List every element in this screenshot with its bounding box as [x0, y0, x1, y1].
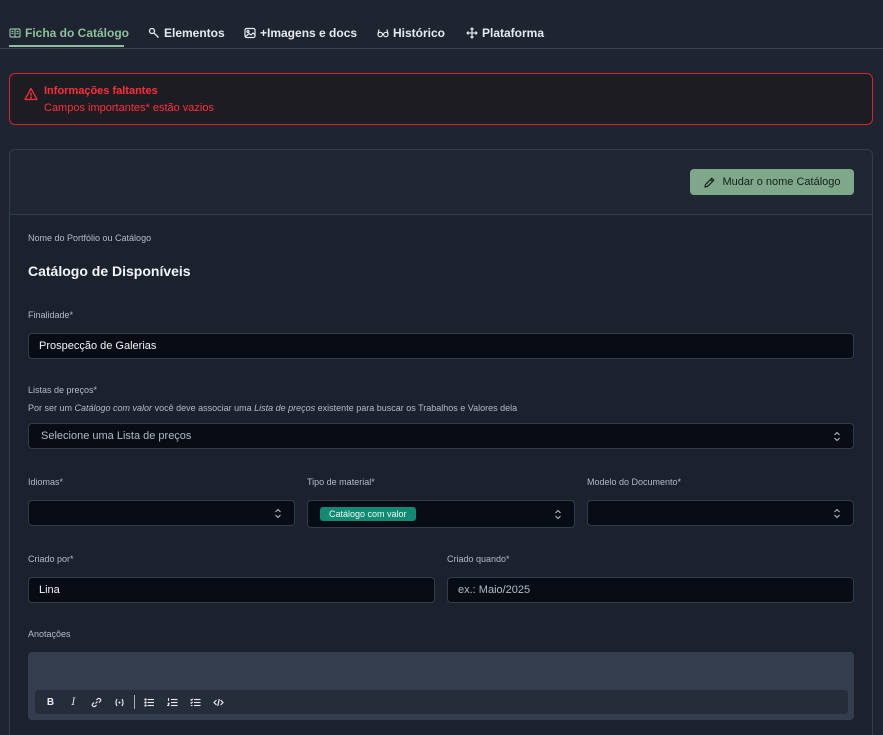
italic-button[interactable]: I — [62, 690, 85, 714]
task-list-icon — [190, 697, 201, 706]
variable-button[interactable] — [108, 690, 131, 714]
bold-button[interactable]: B — [39, 690, 62, 714]
document-template-label: Modelo do Documento* — [587, 477, 682, 487]
catalog-name-label: Nome do Portfólio ou Catálogo — [28, 233, 152, 243]
link-button[interactable] — [85, 690, 108, 714]
pencil-icon — [704, 177, 715, 188]
code-icon — [213, 698, 224, 706]
purpose-label: Finalidade* — [28, 310, 74, 320]
material-type-select[interactable]: Catálogo com valor — [307, 500, 575, 528]
created-when-input[interactable]: ex.: Maio/2025 — [447, 577, 854, 603]
tab-imagens-e-docs[interactable]: +Imagens e docs — [244, 26, 357, 40]
link-icon — [91, 697, 102, 707]
editor-toolbar: B I — [35, 690, 848, 714]
created-by-label: Criado por* — [28, 554, 74, 564]
material-type-label: Tipo de material* — [307, 477, 375, 487]
tab-bar: Ficha do Catálogo Elementos +Imagens e d… — [0, 0, 883, 49]
tab-label: Ficha do Catálogo — [25, 26, 130, 40]
catalog-name-value: Catálogo de Disponíveis — [28, 263, 191, 279]
rename-button-label: Mudar o nome Catálogo — [722, 176, 841, 188]
tab-label: Histórico — [393, 26, 446, 40]
languages-select[interactable] — [28, 500, 295, 526]
tab-ficha-do-catalogo[interactable]: Ficha do Catálogo — [9, 26, 129, 40]
image-icon — [244, 27, 256, 39]
pricelist-select[interactable]: Selecione uma Lista de preços — [28, 423, 854, 449]
chevron-up-down-icon — [834, 431, 840, 442]
notes-label: Anotações — [28, 629, 71, 639]
ordered-list-icon — [167, 697, 178, 706]
chevron-up-down-icon — [275, 508, 281, 519]
document-template-select[interactable] — [587, 500, 854, 526]
alert-message: Campos importantes* estão vazios — [44, 102, 214, 114]
pricelist-placeholder: Selecione uma Lista de preços — [41, 430, 192, 442]
purpose-value: Prospecção de Galerias — [39, 340, 157, 352]
alert-title: Informações faltantes — [44, 85, 158, 97]
warning-icon — [24, 87, 38, 101]
created-by-input[interactable]: Lina — [28, 577, 435, 603]
material-type-badge: Catálogo com valor — [320, 507, 416, 521]
missing-info-alert: Informações faltantes Campos importantes… — [9, 73, 873, 125]
created-when-label: Criado quando* — [447, 554, 510, 564]
toolbar-divider — [134, 695, 135, 709]
rename-catalog-button[interactable]: Mudar o nome Catálogo — [690, 169, 854, 195]
pricelists-label: Listas de preços* — [28, 385, 98, 395]
chevron-up-down-icon — [834, 508, 840, 519]
purpose-input[interactable]: Prospecção de Galerias — [28, 333, 854, 359]
tab-label: +Imagens e docs — [260, 26, 358, 40]
created-by-value: Lina — [39, 584, 60, 596]
active-tab-indicator — [9, 45, 124, 47]
tab-plataforma[interactable]: Plataforma — [466, 26, 544, 40]
languages-label: Idiomas* — [28, 477, 64, 487]
card-header: Mudar o nome Catálogo — [10, 150, 872, 215]
code-button[interactable] — [207, 690, 230, 714]
tab-historico[interactable]: Histórico — [377, 26, 445, 40]
tab-elementos[interactable]: Elementos — [148, 26, 225, 40]
tab-label: Elementos — [164, 26, 225, 40]
tab-label: Plataforma — [482, 26, 545, 40]
bullet-list-button[interactable] — [138, 690, 161, 714]
created-when-placeholder: ex.: Maio/2025 — [458, 584, 531, 596]
glasses-icon — [377, 29, 389, 38]
catalog-icon — [9, 28, 21, 38]
tool-icon — [148, 27, 159, 38]
move-icon — [466, 27, 478, 39]
ordered-list-button[interactable] — [161, 690, 184, 714]
pricelists-hint: Por ser um Catálogo com valor você deve … — [28, 403, 518, 413]
bullet-list-icon — [144, 697, 154, 707]
chevron-up-down-icon — [555, 509, 561, 520]
task-list-button[interactable] — [184, 690, 207, 714]
variable-icon — [115, 698, 124, 706]
